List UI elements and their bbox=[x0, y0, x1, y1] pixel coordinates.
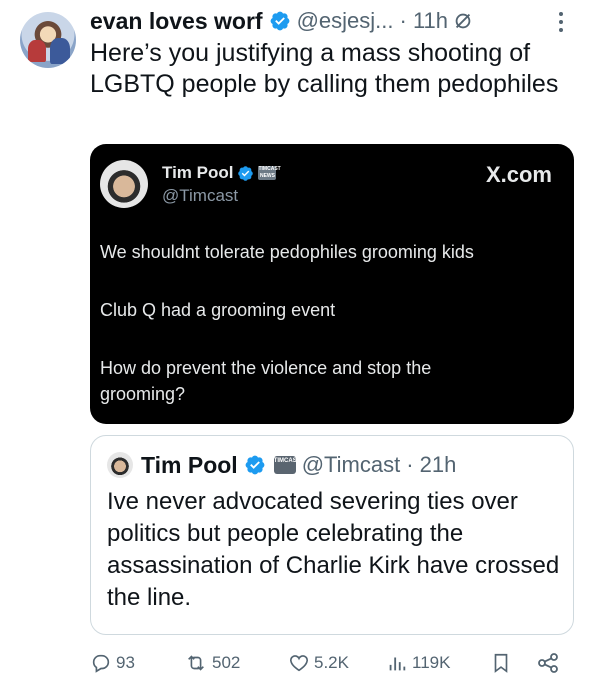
more-options-icon[interactable] bbox=[556, 10, 566, 32]
tweet-time[interactable]: · 11h bbox=[400, 8, 449, 34]
affiliate-badge: TIMCAST NEWS bbox=[273, 456, 320, 474]
author-name[interactable]: evan loves worf bbox=[90, 8, 263, 35]
like-button[interactable]: 5.2K bbox=[288, 648, 349, 678]
tweet-text: Here’s you justifying a mass shooting of… bbox=[90, 39, 559, 98]
media-site-label: X.com bbox=[485, 162, 552, 187]
quoted-tweet[interactable]: Tim Pool TIMCAST NEWS @Timcast · 21h Ive… bbox=[90, 435, 574, 635]
reply-count: 93 bbox=[116, 653, 135, 672]
media-author-avatar bbox=[100, 160, 148, 208]
quoted-author-handle[interactable]: @Timcast bbox=[302, 452, 401, 478]
verified-badge-icon bbox=[245, 455, 265, 475]
tweet-actions: 93 502 5.2K 119K bbox=[90, 648, 570, 678]
affiliate-badge: TIMCAST NEWS bbox=[258, 166, 281, 180]
quoted-tweet-text: Ive never advocated severing ties over p… bbox=[107, 488, 560, 611]
media-author-name: Tim Pool bbox=[162, 163, 234, 182]
quoted-tweet-header: Tim Pool TIMCAST NEWS @Timcast · 21h bbox=[141, 450, 456, 480]
media-author-name-row: Tim Pool TIMCAST NEWS bbox=[162, 163, 281, 183]
media-author-handle: @Timcast bbox=[162, 186, 239, 205]
verified-badge-icon bbox=[270, 11, 289, 31]
media-line: How do prevent the violence and stop the… bbox=[100, 358, 432, 404]
repost-button[interactable]: 502 bbox=[184, 648, 240, 678]
avatar-figure bbox=[28, 40, 46, 62]
quoted-tweet-time[interactable]: · 21h bbox=[406, 452, 456, 478]
heart-icon bbox=[289, 655, 309, 672]
like-count: 5.2K bbox=[314, 653, 349, 672]
muted-conversation-icon bbox=[455, 13, 471, 29]
media-line: Club Q had a grooming event bbox=[100, 300, 336, 320]
media-line: We shouldnt tolerate pedophiles grooming… bbox=[100, 242, 474, 262]
author-handle[interactable]: @esjesj... bbox=[297, 8, 394, 34]
analytics-icon bbox=[389, 657, 406, 671]
views-button[interactable]: 119K bbox=[386, 648, 450, 678]
repost-icon bbox=[188, 655, 204, 671]
quoted-author-name[interactable]: Tim Pool bbox=[141, 452, 238, 479]
share-button[interactable] bbox=[536, 648, 564, 678]
bookmark-icon bbox=[494, 653, 508, 673]
verified-badge-icon bbox=[238, 165, 254, 181]
repost-count: 502 bbox=[212, 653, 241, 672]
reply-icon bbox=[92, 654, 110, 673]
avatar-figure bbox=[50, 38, 70, 64]
quoted-author-avatar[interactable] bbox=[107, 452, 133, 478]
bookmark-button[interactable] bbox=[490, 648, 516, 678]
view-count: 119K bbox=[412, 653, 451, 672]
tweet-media-image[interactable]: Tim Pool TIMCAST NEWS @Timcast X.com We … bbox=[90, 144, 574, 424]
author-avatar[interactable] bbox=[20, 12, 76, 68]
share-icon bbox=[538, 653, 558, 673]
reply-button[interactable]: 93 bbox=[90, 648, 135, 678]
tweet-header: evan loves worf @esjesj... · 11h bbox=[90, 6, 474, 36]
